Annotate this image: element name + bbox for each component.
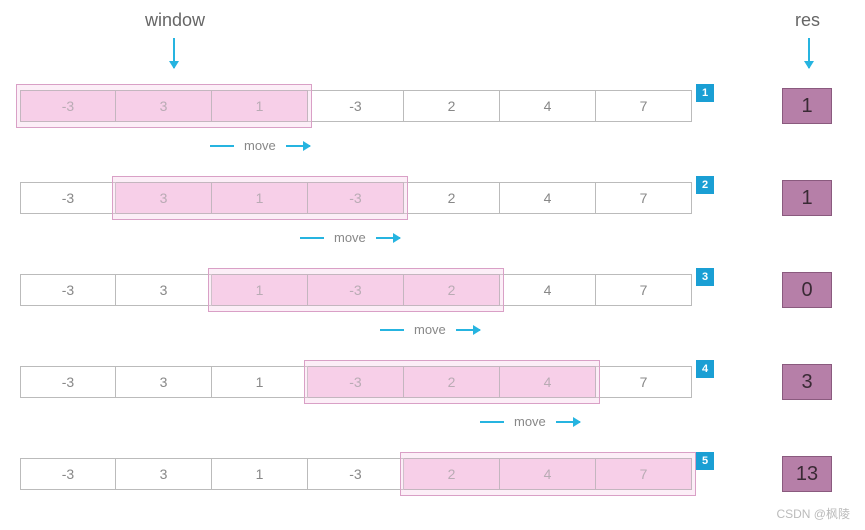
- move-line-icon: [380, 329, 404, 331]
- res-box-4: 3: [782, 364, 832, 400]
- array-cell: 2: [404, 366, 500, 398]
- array-cell: -3: [308, 182, 404, 214]
- array-cell: 4: [500, 182, 596, 214]
- step-row-4: -3 3 1 -3 2 4 7 4 3 move: [20, 356, 845, 408]
- step-badge-4: 4: [696, 360, 714, 378]
- array-cell: -3: [20, 366, 116, 398]
- array-cell: 1: [212, 274, 308, 306]
- move-label-4: move: [480, 414, 580, 429]
- array-cell: 7: [596, 458, 692, 490]
- array-cell: 2: [404, 274, 500, 306]
- header: window res: [20, 10, 845, 80]
- array-cell: -3: [20, 182, 116, 214]
- move-label-3: move: [380, 322, 480, 337]
- array-cell: -3: [308, 90, 404, 122]
- array-cell: 7: [596, 182, 692, 214]
- array-3: -3 3 1 -3 2 4 7: [20, 274, 692, 306]
- array-cell: 3: [116, 366, 212, 398]
- array-cell: -3: [20, 458, 116, 490]
- step-row-3: -3 3 1 -3 2 4 7 3 0 move: [20, 264, 845, 316]
- res-box-1: 1: [782, 88, 832, 124]
- array-cell: -3: [20, 274, 116, 306]
- res-box-3: 0: [782, 272, 832, 308]
- move-text: move: [244, 138, 276, 153]
- array-cell: 2: [404, 182, 500, 214]
- step-badge-3: 3: [696, 268, 714, 286]
- move-arrow-icon: [456, 329, 480, 331]
- array-cell: -3: [308, 274, 404, 306]
- step-badge-2: 2: [696, 176, 714, 194]
- res-box-2: 1: [782, 180, 832, 216]
- move-text: move: [514, 414, 546, 429]
- move-line-icon: [210, 145, 234, 147]
- array-cell: -3: [308, 458, 404, 490]
- move-line-icon: [300, 237, 324, 239]
- res-label: res: [795, 10, 820, 31]
- array-cell: 4: [500, 458, 596, 490]
- array-cell: 7: [596, 274, 692, 306]
- array-cell: 1: [212, 366, 308, 398]
- array-cell: 3: [116, 458, 212, 490]
- array-cell: -3: [20, 90, 116, 122]
- array-cell: 3: [116, 274, 212, 306]
- move-arrow-icon: [286, 145, 310, 147]
- step-row-2: -3 3 1 -3 2 4 7 2 1 move: [20, 172, 845, 224]
- move-arrow-icon: [556, 421, 580, 423]
- array-cell: -3: [308, 366, 404, 398]
- watermark: CSDN @枫陵: [776, 505, 850, 522]
- array-5: -3 3 1 -3 2 4 7: [20, 458, 692, 490]
- res-arrow: [808, 38, 810, 68]
- move-arrow-icon: [376, 237, 400, 239]
- array-1: -3 3 1 -3 2 4 7: [20, 90, 692, 122]
- array-2: -3 3 1 -3 2 4 7: [20, 182, 692, 214]
- array-cell: 4: [500, 274, 596, 306]
- window-arrow: [173, 38, 175, 68]
- array-cell: 2: [404, 90, 500, 122]
- array-cell: 2: [404, 458, 500, 490]
- move-text: move: [334, 230, 366, 245]
- step-row-5: -3 3 1 -3 2 4 7 5 13: [20, 448, 845, 500]
- move-label-1: move: [210, 138, 310, 153]
- array-cell: 7: [596, 366, 692, 398]
- step-row-1: -3 3 1 -3 2 4 7 1 1 move: [20, 80, 845, 132]
- array-cell: 7: [596, 90, 692, 122]
- array-cell: 4: [500, 90, 596, 122]
- array-cell: 3: [116, 182, 212, 214]
- move-line-icon: [480, 421, 504, 423]
- move-text: move: [414, 322, 446, 337]
- array-cell: 3: [116, 90, 212, 122]
- array-4: -3 3 1 -3 2 4 7: [20, 366, 692, 398]
- array-cell: 4: [500, 366, 596, 398]
- array-cell: 1: [212, 182, 308, 214]
- window-label: window: [145, 10, 205, 31]
- array-cell: 1: [212, 90, 308, 122]
- step-badge-5: 5: [696, 452, 714, 470]
- array-cell: 1: [212, 458, 308, 490]
- move-label-2: move: [300, 230, 400, 245]
- step-badge-1: 1: [696, 84, 714, 102]
- res-box-5: 13: [782, 456, 832, 492]
